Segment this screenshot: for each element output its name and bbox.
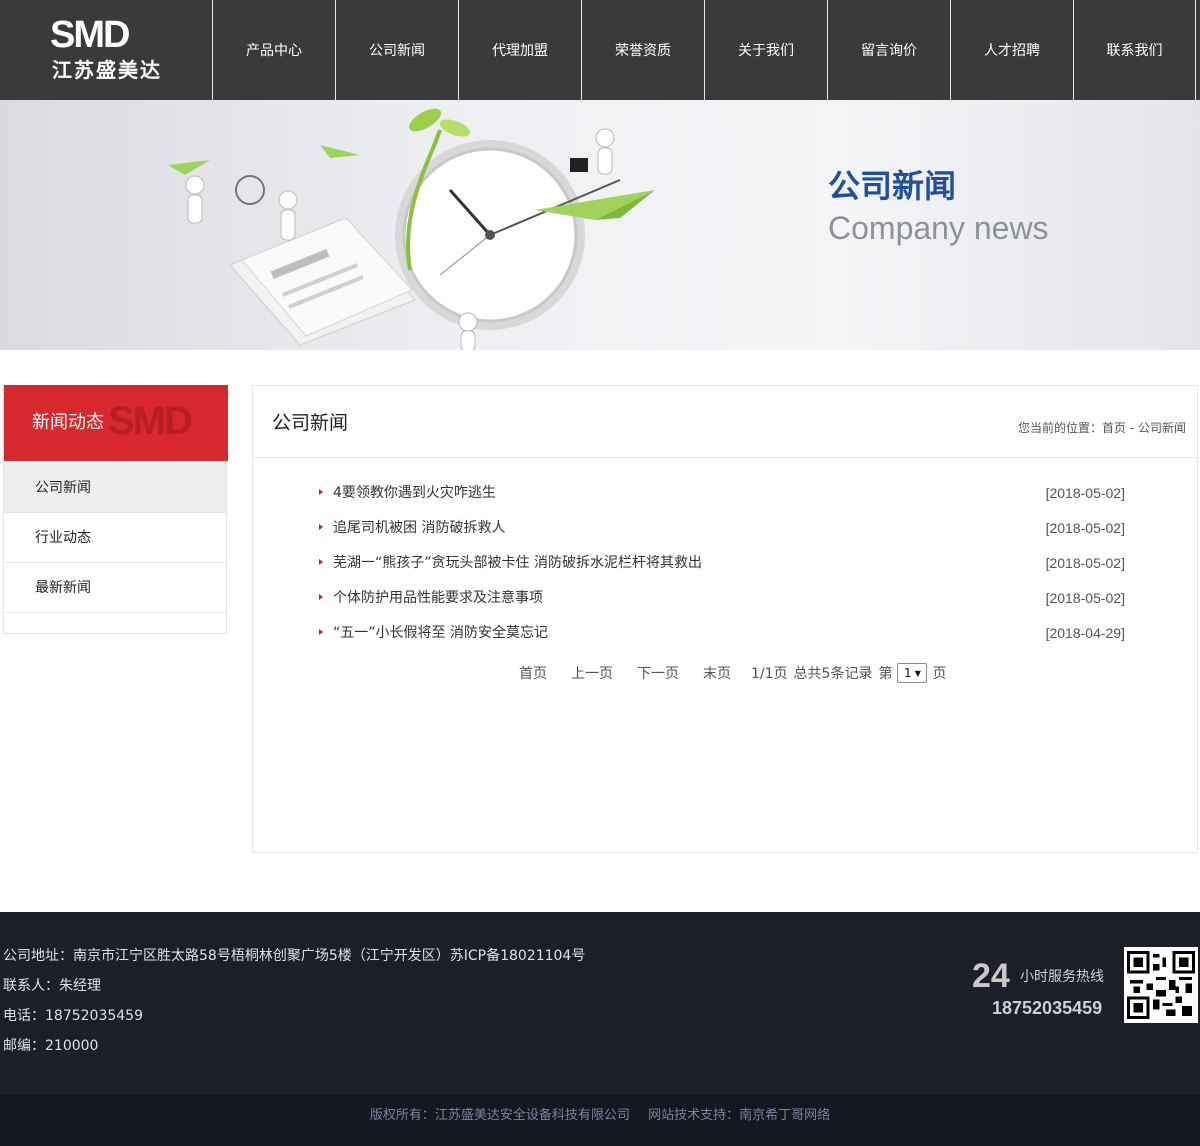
footer-postcode: 邮编：210000 — [3, 1038, 99, 1054]
bullet-arrow-icon — [319, 594, 323, 600]
footer-address-line: 公司地址：南京市江宁区胜太路58号梧桐林创聚广场5楼（江宁开发区）苏ICP备18… — [3, 946, 585, 966]
page-banner: 公司新闻 Company news — [0, 100, 1200, 350]
pager-page-info: 1/1页 — [751, 666, 788, 682]
main-header: 公司新闻 您当前的位置： 首页 - 公司新闻 — [253, 386, 1197, 458]
nav-item-agency[interactable]: 代理加盟 — [458, 0, 581, 100]
bullet-arrow-icon — [319, 489, 323, 495]
sidebar-title: 新闻动态 — [32, 412, 104, 433]
news-date: [2018-04-29] — [1045, 625, 1125, 641]
nav-item-contact[interactable]: 联系我们 — [1073, 0, 1196, 100]
pager-goto-prefix: 第 — [878, 666, 893, 682]
copyright-text: 版权所有：江苏盛美达安全设备科技有限公司 — [369, 1108, 630, 1123]
hotline-label: 小时服务热线 — [1020, 969, 1104, 985]
breadcrumb-label: 您当前的位置： — [1017, 421, 1102, 435]
news-title-link[interactable]: 芜湖一“熊孩子”贪玩头部被卡住 消防破拆水泥栏杆将其救出 — [333, 553, 702, 573]
breadcrumb-separator: - — [1126, 421, 1138, 435]
bullet-arrow-icon — [319, 524, 323, 530]
sidebar: SMD 新闻动态 公司新闻 行业动态 最新新闻 — [3, 385, 228, 634]
footer-phone: 电话：18752035459 — [3, 1008, 143, 1024]
bullet-arrow-icon — [319, 629, 323, 635]
list-item: 个体防护用品性能要求及注意事项 [2018-05-02] — [319, 588, 1125, 623]
pager-prev-link[interactable]: 上一页 — [571, 663, 613, 683]
news-list: 4要领教你遇到火灾咋逃生 [2018-05-02] 追尾司机被困 消防破拆救人 … — [319, 483, 1125, 658]
logo-mark: SMD — [50, 14, 130, 56]
sidebar-item-company-news[interactable]: 公司新闻 — [4, 463, 226, 513]
banner-title: 公司新闻 — [828, 167, 957, 205]
bullet-arrow-icon — [319, 559, 323, 565]
main-nav: 产品中心 公司新闻 代理加盟 荣誉资质 关于我们 留言询价 人才招聘 联系我们 — [212, 0, 1196, 100]
list-item: 4要领教你遇到火灾咋逃生 [2018-05-02] — [319, 483, 1125, 518]
breadcrumb: 您当前的位置： 首页 - 公司新闻 — [1018, 420, 1186, 436]
news-title-link[interactable]: 追尾司机被困 消防破拆救人 — [333, 518, 505, 538]
hotline-number: 24 — [972, 957, 1010, 995]
footer-icp[interactable]: 苏ICP备18021104号 — [450, 948, 586, 964]
sidebar-header: SMD 新闻动态 — [4, 385, 228, 461]
breadcrumb-current-link[interactable]: 公司新闻 — [1138, 420, 1186, 436]
page-title: 公司新闻 — [272, 412, 349, 434]
sidebar-watermark-logo: SMD — [108, 399, 193, 443]
pager-last-link[interactable]: 末页 — [703, 663, 731, 683]
site-header: SMD 江苏盛美达 产品中心 公司新闻 代理加盟 荣誉资质 关于我们 留言询价 … — [0, 0, 1200, 100]
breadcrumb-home-link[interactable]: 首页 — [1102, 420, 1126, 436]
news-title-link[interactable]: “五一”小长假将至 消防安全莫忘记 — [333, 623, 548, 643]
pager-goto-suffix: 页 — [932, 666, 947, 682]
nav-item-careers[interactable]: 人才招聘 — [950, 0, 1073, 100]
logo-text: 江苏盛美达 — [52, 58, 162, 82]
qr-code-icon — [1124, 947, 1198, 1023]
nav-item-company-news[interactable]: 公司新闻 — [335, 0, 458, 100]
pager-first-link[interactable]: 首页 — [519, 663, 547, 683]
site-logo[interactable]: SMD 江苏盛美达 — [50, 16, 166, 86]
news-date: [2018-05-02] — [1045, 485, 1125, 501]
nav-item-about[interactable]: 关于我们 — [704, 0, 827, 100]
pagination: 首页 上一页 下一页 末页 1/1页 总共5条记录 第 1 ▼ 页 — [519, 662, 946, 684]
list-item: 追尾司机被困 消防破拆救人 [2018-05-02] — [319, 518, 1125, 553]
news-date: [2018-05-02] — [1045, 590, 1125, 606]
banner-subtitle: Company news — [828, 210, 1049, 246]
pager-total-records: 总共5条记录 — [793, 666, 873, 682]
tech-support-link[interactable]: 网站技术支持：南京希丁哥网络 — [648, 1108, 830, 1123]
banner-illustration — [168, 108, 655, 350]
footer-contact: 联系人：朱经理 — [3, 978, 101, 994]
hotline-phone: 18752035459 — [992, 998, 1103, 1018]
list-item: 芜湖一“熊孩子”贪玩头部被卡住 消防破拆水泥栏杆将其救出 [2018-05-02… — [319, 553, 1125, 588]
main-content: 公司新闻 您当前的位置： 首页 - 公司新闻 4要领教你遇到火灾咋逃生 [201… — [252, 385, 1198, 853]
pager-next-link[interactable]: 下一页 — [637, 663, 679, 683]
footer-address: 公司地址：南京市江宁区胜太路58号梧桐林创聚广场5楼（江宁开发区） — [3, 948, 450, 964]
news-title-link[interactable]: 个体防护用品性能要求及注意事项 — [333, 588, 543, 608]
sidebar-list: 公司新闻 行业动态 最新新闻 — [4, 463, 226, 613]
news-date: [2018-05-02] — [1045, 520, 1125, 536]
site-footer: 公司地址：南京市江宁区胜太路58号梧桐林创聚广场5楼（江宁开发区）苏ICP备18… — [0, 912, 1200, 1095]
news-title-link[interactable]: 4要领教你遇到火灾咋逃生 — [333, 483, 496, 503]
page-select-value: 1 — [904, 666, 912, 680]
sidebar-item-industry-news[interactable]: 行业动态 — [4, 513, 226, 563]
nav-item-inquiry[interactable]: 留言询价 — [827, 0, 950, 100]
list-item: “五一”小长假将至 消防安全莫忘记 [2018-04-29] — [319, 623, 1125, 658]
copyright-bar: 版权所有：江苏盛美达安全设备科技有限公司 网站技术支持：南京希丁哥网络 — [0, 1095, 1200, 1146]
chevron-down-icon: ▼ — [914, 668, 921, 678]
page-select[interactable]: 1 ▼ — [897, 663, 928, 683]
nav-item-honors[interactable]: 荣誉资质 — [581, 0, 704, 100]
news-date: [2018-05-02] — [1045, 555, 1125, 571]
nav-item-products[interactable]: 产品中心 — [212, 0, 335, 100]
sidebar-item-latest-news[interactable]: 最新新闻 — [4, 563, 226, 613]
